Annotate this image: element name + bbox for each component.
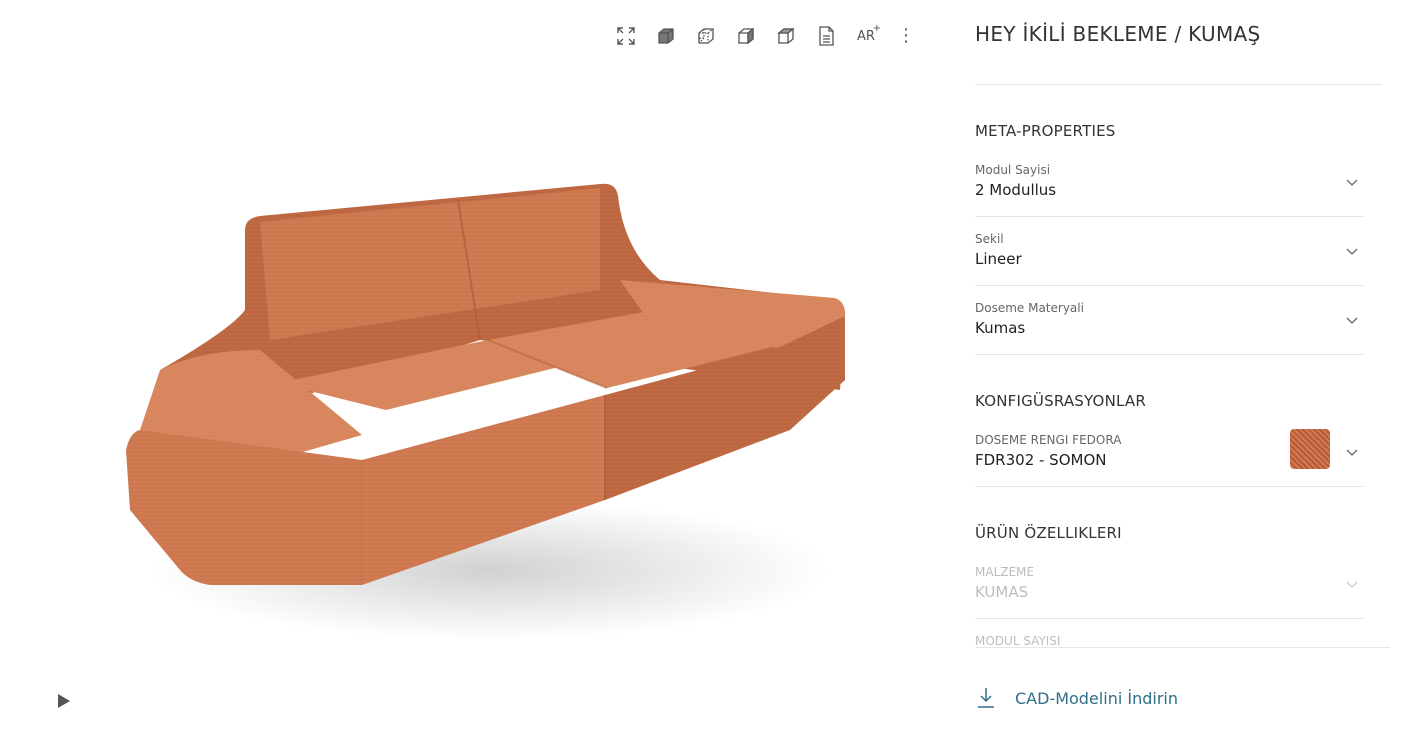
color-swatch[interactable] [1290,429,1330,469]
dropdown-modul-sayisi-feature[interactable]: MODUL SAYISI [975,634,1363,648]
more-options-button[interactable]: ⋮ [886,22,926,50]
dropdown-doseme-rengi[interactable]: DOSEME RENGI FEDORA FDR302 - SOMON [975,429,1363,487]
field-label: MALZEME [975,565,1034,579]
view-front-button[interactable] [726,22,766,50]
chevron-down-icon [1346,179,1358,186]
field-label: MODUL SAYISI [975,634,1061,648]
cad-download-link[interactable]: CAD-Modelini İndirin [975,686,1178,710]
fullscreen-button[interactable] [606,22,646,50]
field-value: Kumas [975,319,1026,337]
meta-properties-heading: META-PROPERTIES [975,122,1116,140]
view-cube-side-icon [777,28,795,44]
ar-icon: AR + [857,22,881,44]
view-wire-button[interactable] [686,22,726,50]
field-label: Modul Sayisi [975,163,1051,177]
view-side-button[interactable] [766,22,806,50]
urun-ozellikleri-heading: ÜRÜN ÖZELLIKLERI [975,524,1122,542]
field-label: Doseme Materyali [975,301,1084,315]
viewer-toolbar: AR + ⋮ [606,22,926,50]
field-value: KUMAS [975,583,1029,601]
chevron-down-icon [1346,581,1358,588]
dropdown-modul-sayisi[interactable]: Modul Sayisi 2 Modullus [975,163,1363,217]
field-value: Lineer [975,250,1022,268]
dropdown-doseme-materyali[interactable]: Doseme Materyali Kumas [975,301,1363,355]
document-icon [819,26,834,46]
chevron-down-icon [1346,317,1358,324]
view-cube-wire-icon [698,28,714,44]
ar-button[interactable]: AR + [846,22,886,50]
cad-download-label: CAD-Modelini İndirin [1015,688,1178,708]
product-3d-viewer[interactable]: AR + ⋮ [0,0,950,729]
product-title: HEY İKİLİ BEKLEME / KUMAŞ [975,22,1261,46]
more-vertical-icon: ⋮ [897,25,915,46]
field-label: Sekil [975,232,1004,246]
chevron-down-icon [1346,449,1358,456]
field-label: DOSEME RENGI FEDORA [975,433,1122,447]
product-config-panel: HEY İKİLİ BEKLEME / KUMAŞ META-PROPERTIE… [975,0,1390,729]
download-icon [978,688,994,708]
view-cube-front-icon [738,27,754,45]
sofa-3d-model [126,183,846,640]
play-icon[interactable] [56,692,72,710]
chevron-down-icon [1346,248,1358,255]
konfigurasyonlar-heading: KONFIGÜSRASYONLAR [975,392,1146,410]
view-cube-solid-icon [658,28,674,44]
fullscreen-icon [617,27,635,45]
dropdown-sekil[interactable]: Sekil Lineer [975,232,1363,286]
field-value: 2 Modullus [975,181,1057,199]
view-solid-button[interactable] [646,22,686,50]
field-value: FDR302 - SOMON [975,451,1107,469]
divider [975,647,1390,648]
divider [975,84,1382,85]
document-button[interactable] [806,22,846,50]
dropdown-malzeme[interactable]: MALZEME KUMAS [975,565,1363,619]
